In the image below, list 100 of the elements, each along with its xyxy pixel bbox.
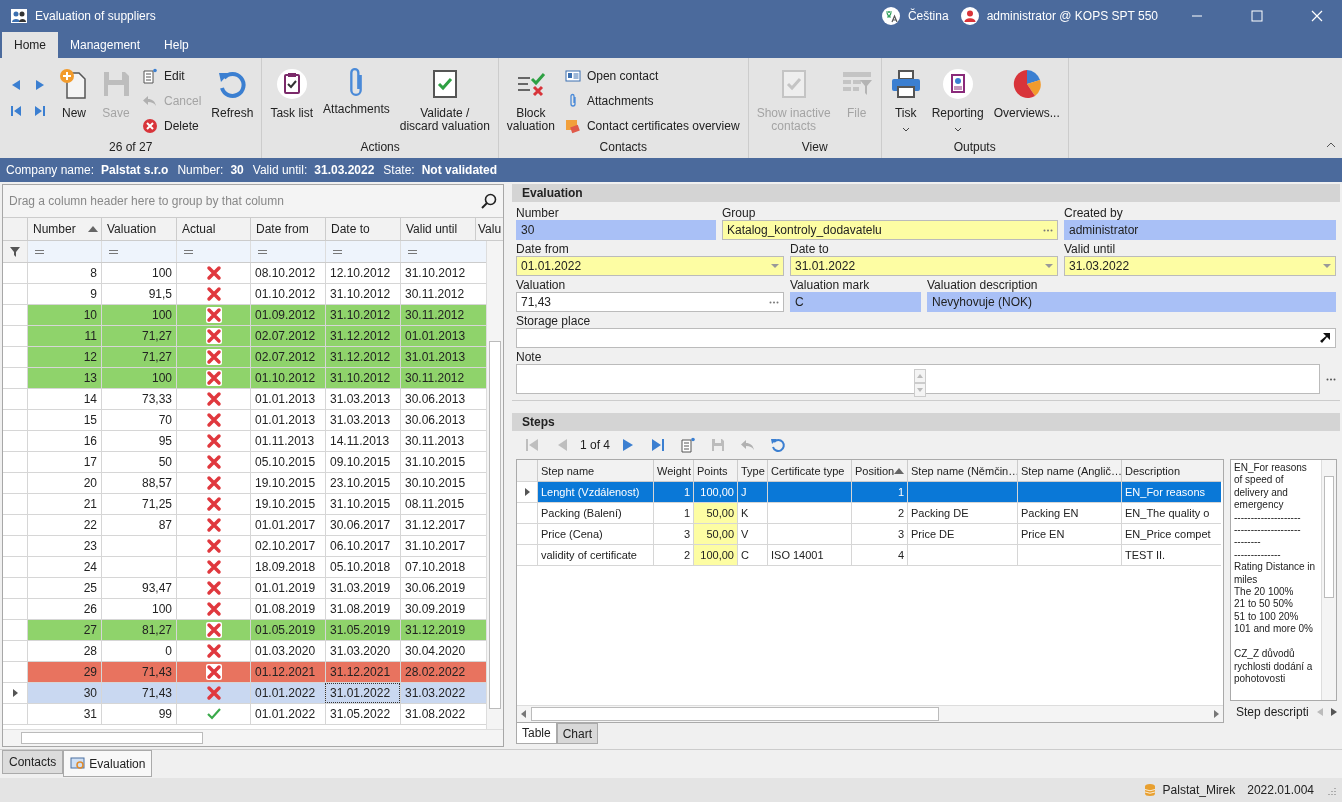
ribbon-button[interactable]: Delete: [142, 116, 202, 136]
dropdown-arrow-icon[interactable]: [771, 264, 779, 268]
input-field[interactable]: C: [790, 292, 921, 312]
horizontal-scrollbar[interactable]: [3, 729, 503, 746]
table-row[interactable]: 15 70 01.01.2013 31.03.2013 30.06.2013: [3, 410, 486, 431]
field-label: Valuation mark: [790, 278, 871, 292]
table-row[interactable]: 17 50 05.10.2015 09.10.2015 31.10.2015: [3, 452, 486, 473]
user-name[interactable]: administrator @ KOPS SPT 550: [986, 9, 1158, 23]
ribbon-button[interactable]: Refresh: [207, 66, 258, 122]
ellipsis-icon[interactable]: [769, 300, 779, 304]
table-row[interactable]: 21 71,25 19.10.2015 31.10.2015 08.11.2015: [3, 494, 486, 515]
column-header[interactable]: Date from: [250, 218, 325, 240]
table-row[interactable]: 25 93,47 01.01.2019 31.03.2019 30.06.2019: [3, 578, 486, 599]
column-header[interactable]: Date to: [325, 218, 400, 240]
table-row[interactable]: 24 18.09.2018 05.10.2018 07.10.2018: [3, 557, 486, 578]
table-row[interactable]: 23 02.10.2017 06.10.2017 31.10.2017: [3, 536, 486, 557]
ribbon-button[interactable]: Attachments: [564, 91, 740, 111]
table-row[interactable]: 11 71,27 02.07.2012 31.12.2012 01.01.2013: [3, 326, 486, 347]
resize-grip-icon[interactable]: [1326, 785, 1336, 795]
input-field[interactable]: 31.01.2022: [790, 256, 1058, 276]
collapse-icon[interactable]: [1326, 142, 1336, 148]
column-header[interactable]: Number: [27, 218, 101, 240]
view-tab[interactable]: Table: [516, 723, 557, 744]
table-row[interactable]: 8 100 08.10.2012 12.10.2012 31.10.2012: [3, 263, 486, 284]
ribbon-button[interactable]: Contact certificates overview: [564, 116, 740, 136]
document-tab[interactable]: Contacts: [2, 750, 64, 774]
input-field[interactable]: [516, 364, 1320, 394]
column-header[interactable]: Valid until: [400, 218, 475, 240]
view-tab[interactable]: Chart: [556, 723, 599, 744]
table-row[interactable]: 10 100 01.09.2012 31.10.2012 30.11.2012: [3, 305, 486, 326]
table-row[interactable]: Price (Cena) 3 50,00 V 3 Price DE Price EN EN_Price compet: [517, 524, 1223, 545]
table-row[interactable]: 13 100 01.10.2012 31.10.2012 30.11.2012: [3, 368, 486, 389]
ribbon-button[interactable]: Validate / discard valuation: [395, 66, 494, 135]
ribbon-button[interactable]: Reporting: [927, 66, 988, 134]
filter-icon[interactable]: [10, 246, 20, 257]
toolbar-button[interactable]: [770, 437, 787, 453]
table-cell: 30: [27, 683, 101, 703]
table-row[interactable]: 29 71,43 01.12.2021 31.12.2021 28.02.2022: [3, 662, 486, 683]
column-header[interactable]: Valu: [475, 218, 503, 240]
table-row[interactable]: 16 95 01.11.2013 14.11.2013 30.11.2013: [3, 431, 486, 452]
ribbon-button[interactable]: Task list: [266, 66, 318, 122]
table-row[interactable]: Lenght (Vzdálenost) 1 100,00 J 1 EN_For reasons: [517, 482, 1223, 503]
table-row[interactable]: 20 88,57 19.10.2015 23.10.2015 30.10.2015: [3, 473, 486, 494]
translate-icon[interactable]: [881, 7, 900, 25]
input-field[interactable]: 30: [516, 220, 716, 240]
table-row[interactable]: 26 100 01.08.2019 31.08.2019 30.09.2019: [3, 599, 486, 620]
user-icon[interactable]: [960, 7, 979, 25]
table-cell: 100,00: [693, 482, 737, 503]
dropdown-arrow-icon[interactable]: [1323, 264, 1331, 268]
ribbon-button[interactable]: Overviews...: [989, 66, 1064, 122]
search-icon[interactable]: [481, 193, 497, 209]
horizontal-scrollbar[interactable]: [517, 705, 1223, 722]
table-cell: 30.04.2020: [400, 641, 465, 661]
vertical-scrollbar[interactable]: [486, 241, 503, 729]
vertical-scrollbar[interactable]: [1321, 460, 1336, 700]
ribbon-button[interactable]: New: [54, 66, 94, 122]
arrow-right-icon[interactable]: [1330, 708, 1337, 716]
ribbon-button[interactable]: Attachments: [319, 66, 394, 118]
ellipsis-icon[interactable]: [1043, 228, 1053, 232]
table-row[interactable]: 31 99 01.01.2022 31.05.2022 31.08.2022: [3, 704, 486, 725]
dropdown-arrow-icon[interactable]: [1045, 264, 1053, 268]
toolbar-button[interactable]: [680, 437, 697, 453]
language-selector[interactable]: Čeština: [907, 9, 949, 23]
table-row[interactable]: 28 0 01.03.2020 31.03.2020 30.04.2020: [3, 641, 486, 662]
table-row[interactable]: 12 71,27 02.07.2012 31.12.2012 31.01.2013: [3, 347, 486, 368]
column-header[interactable]: Actual: [176, 218, 250, 240]
column-header[interactable]: Valuation: [101, 218, 176, 240]
certificate-icon: [564, 118, 581, 134]
close-icon[interactable]: [1311, 10, 1323, 22]
table-cell: 28: [27, 641, 101, 661]
ribbon-button[interactable]: Edit: [142, 66, 202, 86]
open-link-icon[interactable]: [1319, 332, 1331, 344]
table-row[interactable]: validity of certificate 2 100,00 C ISO 14001 4 TEST II.: [517, 545, 1223, 566]
input-field[interactable]: administrator: [1064, 220, 1336, 240]
input-field[interactable]: 01.01.2022: [516, 256, 784, 276]
spin-buttons[interactable]: [914, 369, 926, 397]
ribbon-button[interactable]: Tisk: [885, 66, 926, 134]
arrow-left-icon[interactable]: [1316, 708, 1323, 716]
table-row[interactable]: 14 73,33 01.01.2013 31.03.2013 30.06.2013: [3, 389, 486, 410]
ribbon-tab[interactable]: Management: [58, 32, 153, 58]
ribbon-tab[interactable]: Home: [2, 32, 58, 58]
ribbon-button[interactable]: Open contact: [564, 66, 740, 86]
document-tab[interactable]: Evaluation: [63, 750, 153, 777]
ribbon-button[interactable]: Block valuation: [502, 66, 559, 135]
table-cell: 88,57: [101, 473, 176, 493]
input-field[interactable]: Katalog_kontroly_dodavatelu: [722, 220, 1058, 240]
table-row[interactable]: Packing (Balení) 1 50,00 K 2 Packing DE Packing EN EN_The quality o: [517, 503, 1223, 524]
toolbar-button[interactable]: [650, 437, 667, 453]
input-field[interactable]: 31.03.2022: [1064, 256, 1336, 276]
table-row[interactable]: 22 87 01.01.2017 30.06.2017 31.12.2017: [3, 515, 486, 536]
table-row[interactable]: 9 91,5 01.10.2012 31.10.2012 30.11.2012: [3, 284, 486, 305]
ribbon-tab[interactable]: Help: [152, 32, 201, 58]
input-field[interactable]: [516, 328, 1336, 348]
ellipsis-icon[interactable]: [1326, 377, 1336, 381]
input-field[interactable]: Nevyhovuje (NOK): [927, 292, 1336, 312]
table-row[interactable]: 27 81,27 01.05.2019 31.05.2019 31.12.2019: [3, 620, 486, 641]
input-field[interactable]: 71,43: [516, 292, 784, 312]
table-row[interactable]: 30 71,43 01.01.2022 31.01.2022 31.03.2022: [3, 683, 486, 704]
table-cell: 31.10.2012: [400, 263, 465, 283]
maximize-icon[interactable]: [1251, 10, 1263, 22]
